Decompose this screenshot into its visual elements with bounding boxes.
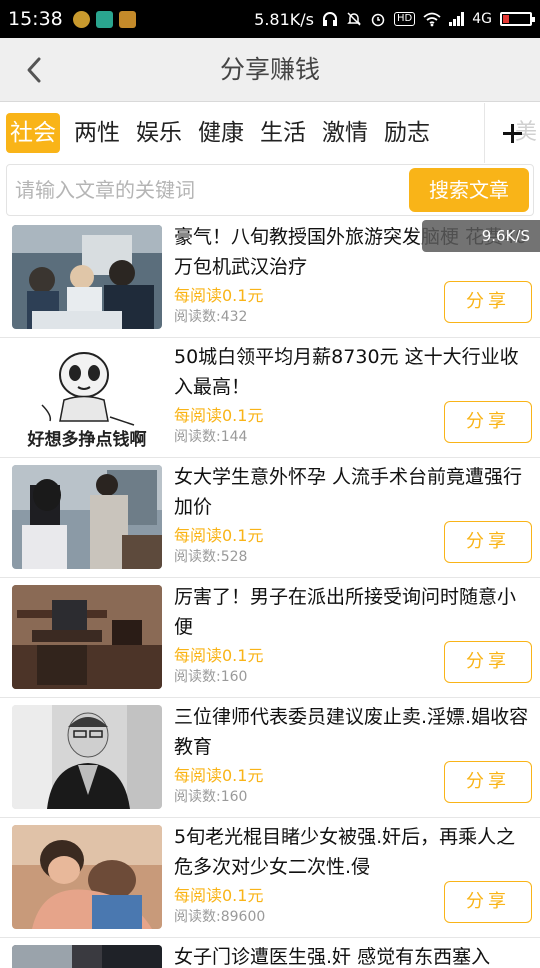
mute-bell-icon [347,12,361,26]
tab-shenghuo[interactable]: 生活 [258,113,308,153]
list-item[interactable]: 厉害了！男子在派出所接受询问时随意小便 每阅读0.1元 阅读数:160 分享 [0,578,540,698]
status-bar: 15:38 5.81K/s HD 4G [0,0,540,38]
article-reward: 每阅读0.1元 [174,406,264,425]
alarm-icon [371,13,385,27]
list-item[interactable]: 女大学生意外怀孕 人流手术台前竟遭强行加价 每阅读0.1元 阅读数:528 分享 [0,458,540,578]
status-time: 15:38 [8,8,63,30]
share-button[interactable]: 分享 [444,641,532,683]
share-button[interactable]: 分享 [444,881,532,923]
article-read-count: 阅读数:528 [174,549,248,565]
tab-shehui[interactable]: 社会 [6,113,60,153]
list-item[interactable]: 三位律师代表委员建议废止卖.淫嫖.娼收容教育 每阅读0.1元 阅读数:160 分… [0,698,540,818]
article-read-count: 阅读数:89600 [174,909,266,925]
category-tabs: 社会 两性 娱乐 健康 生活 激情 励志 美 [0,103,540,163]
article-reward: 每阅读0.1元 [174,646,264,665]
article-title: 女大学生意外怀孕 人流手术台前竟遭强行加价 [174,466,523,518]
share-button[interactable]: 分享 [444,281,532,323]
article-reward: 每阅读0.1元 [174,886,264,905]
network-speed: 5.81K/s [254,9,314,29]
search-button[interactable]: 搜索文章 [409,168,529,212]
nav-bar: 分享赚钱 [0,38,540,102]
article-thumbnail [12,465,162,569]
app-notification-icon [95,10,113,28]
article-thumbnail [12,705,162,809]
network-type: 4G [472,11,492,27]
article-title: 5旬老光棍目睹少女被强.奸后，再乘人之危多次对少女二次性.侵 [174,826,516,878]
network-speed-overlay: 9.6K/S [422,220,540,252]
share-button[interactable]: 分享 [444,521,532,563]
signal-icon [449,12,465,26]
list-item[interactable]: 5旬老光棍目睹少女被强.奸后，再乘人之危多次对少女二次性.侵 每阅读0.1元 阅… [0,818,540,938]
headset-icon [323,12,337,26]
app-notification-icon [72,10,90,28]
article-read-count: 阅读数:160 [174,669,248,685]
hd-badge: HD [394,12,416,26]
page-title: 分享赚钱 [219,55,320,84]
search-input[interactable] [15,165,405,215]
article-read-count: 阅读数:144 [174,429,248,445]
article-title: 厉害了！男子在派出所接受询问时随意小便 [174,586,517,638]
article-reward: 每阅读0.1元 [174,766,264,785]
list-item[interactable]: 女子门诊遭医生强.奸 感觉有东西塞入 [0,938,540,968]
article-read-count: 阅读数:432 [174,309,248,325]
share-button[interactable]: 分享 [444,761,532,803]
article-reward: 每阅读0.1元 [174,526,264,545]
article-thumbnail [12,585,162,689]
tab-jiqing[interactable]: 激情 [320,113,370,153]
battery-icon [500,12,535,26]
article-reward: 每阅读0.1元 [174,286,264,305]
search-bar: 搜索文章 [6,164,534,216]
article-thumbnail [12,945,162,968]
thumbnail-caption: 好想多挣点钱啊 [27,430,147,449]
wifi-icon [423,12,441,27]
article-title: 50城白领平均月薪8730元 这十大行业收入最高！ [174,346,519,398]
article-thumbnail: 好想多挣点钱啊 [12,345,162,449]
app-notification-icon [118,10,136,28]
article-thumbnail [12,225,162,329]
article-read-count: 阅读数:160 [174,789,248,805]
tab-liangxing[interactable]: 两性 [72,113,122,153]
tab-yule[interactable]: 娱乐 [134,113,184,153]
article-title: 三位律师代表委员建议废止卖.淫嫖.娼收容教育 [174,706,529,758]
list-item[interactable]: 好想多挣点钱啊 50城白领平均月薪8730元 这十大行业收入最高！ 每阅读0.1… [0,338,540,458]
more-tabs-button[interactable]: 美 [484,103,540,163]
tab-jiankang[interactable]: 健康 [196,113,246,153]
article-list: 豪气！八旬教授国外旅游突发脑梗 花费40万包机武汉治疗 每阅读0.1元 阅读数:… [0,218,540,968]
share-button[interactable]: 分享 [444,401,532,443]
article-thumbnail [12,825,162,929]
article-title: 女子门诊遭医生强.奸 感觉有东西塞入 [174,946,491,968]
tab-fade [452,103,480,163]
tab-lizhi[interactable]: 励志 [382,113,432,153]
